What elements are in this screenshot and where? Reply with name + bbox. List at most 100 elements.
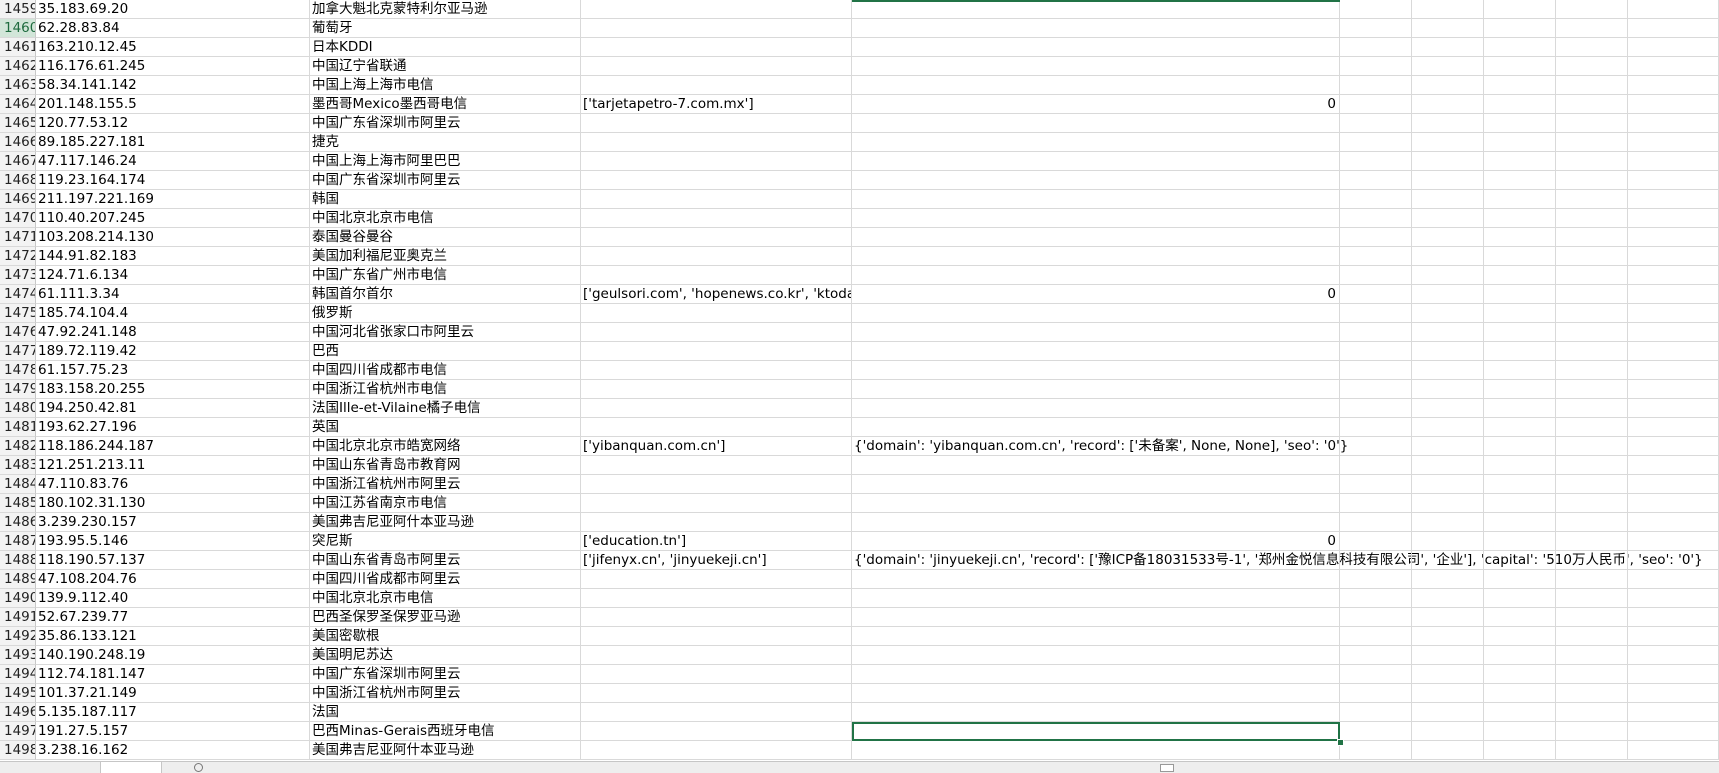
cell-domains[interactable] [581, 228, 852, 247]
cell-empty[interactable] [1340, 418, 1412, 437]
cell-info[interactable] [852, 361, 1340, 380]
cell-empty[interactable] [1556, 228, 1628, 247]
cell-info[interactable] [852, 114, 1340, 133]
cell-info[interactable] [852, 703, 1340, 722]
cell-location[interactable]: 美国明尼苏达 [310, 646, 581, 665]
cell-info[interactable]: 0 [852, 285, 1340, 304]
cell-empty[interactable] [1628, 114, 1719, 133]
cell-location[interactable]: 美国密歇根 [310, 627, 581, 646]
row-header[interactable]: 1496 [0, 703, 36, 722]
cell-ip[interactable]: 89.185.227.181 [36, 133, 310, 152]
cell-empty[interactable] [1484, 133, 1556, 152]
cell-empty[interactable] [1412, 532, 1484, 551]
cell-info[interactable] [852, 304, 1340, 323]
row-header[interactable]: 1459 [0, 0, 36, 19]
cell-empty[interactable] [1628, 399, 1719, 418]
cell-empty[interactable] [1412, 209, 1484, 228]
cell-empty[interactable] [1556, 380, 1628, 399]
cell-location[interactable]: 中国四川省成都市电信 [310, 361, 581, 380]
row-header[interactable]: 1461 [0, 38, 36, 57]
cell-empty[interactable] [1412, 0, 1484, 19]
cell-ip[interactable]: 118.186.244.187 [36, 437, 310, 456]
cell-empty[interactable] [1412, 722, 1484, 741]
row-header[interactable]: 1497 [0, 722, 36, 741]
cell-empty[interactable] [1556, 722, 1628, 741]
cell-empty[interactable] [1556, 456, 1628, 475]
cell-info[interactable]: {'domain': 'yibanquan.com.cn', 'record':… [852, 437, 1348, 456]
row-header[interactable]: 1466 [0, 133, 36, 152]
cell-empty[interactable] [1340, 475, 1412, 494]
cell-ip[interactable]: 185.74.104.4 [36, 304, 310, 323]
cell-empty[interactable] [1340, 152, 1412, 171]
cell-info[interactable] [852, 190, 1340, 209]
cell-empty[interactable] [1628, 133, 1719, 152]
cell-ip[interactable]: 5.135.187.117 [36, 703, 310, 722]
cell-empty[interactable] [1556, 703, 1628, 722]
cell-info[interactable] [852, 323, 1340, 342]
cell-domains[interactable]: ['geulsori.com', 'hopenews.co.kr', 'ktod… [581, 285, 852, 304]
cell-empty[interactable] [1484, 285, 1556, 304]
cell-empty[interactable] [1556, 190, 1628, 209]
row-header[interactable]: 1486 [0, 513, 36, 532]
row-header[interactable]: 1467 [0, 152, 36, 171]
cell-empty[interactable] [1556, 532, 1628, 551]
cell-empty[interactable] [1628, 76, 1719, 95]
cell-empty[interactable] [1412, 323, 1484, 342]
cell-empty[interactable] [1484, 171, 1556, 190]
cell-empty[interactable] [1628, 0, 1719, 19]
cell-empty[interactable] [1412, 76, 1484, 95]
cell-empty[interactable] [1484, 722, 1556, 741]
cell-domains[interactable] [581, 133, 852, 152]
cell-info[interactable] [852, 0, 1340, 19]
cell-empty[interactable] [1484, 437, 1556, 456]
cell-empty[interactable] [1340, 95, 1412, 114]
cell-empty[interactable] [1628, 551, 1719, 570]
cell-empty[interactable] [1484, 95, 1556, 114]
cell-empty[interactable] [1340, 285, 1412, 304]
cell-empty[interactable] [1412, 152, 1484, 171]
cell-empty[interactable] [1484, 209, 1556, 228]
cell-ip[interactable]: 118.190.57.137 [36, 551, 310, 570]
row-header[interactable]: 1482 [0, 437, 36, 456]
cell-empty[interactable] [1556, 361, 1628, 380]
cell-empty[interactable] [1340, 608, 1412, 627]
cell-empty[interactable] [1628, 570, 1719, 589]
cell-empty[interactable] [1484, 38, 1556, 57]
cell-empty[interactable] [1412, 703, 1484, 722]
cell-empty[interactable] [1556, 589, 1628, 608]
row-header[interactable]: 1481 [0, 418, 36, 437]
cell-location[interactable]: 葡萄牙 [310, 19, 581, 38]
cell-domains[interactable]: ['tarjetapetro-7.com.mx'] [581, 95, 852, 114]
cell-empty[interactable] [1556, 418, 1628, 437]
cell-empty[interactable] [1412, 399, 1484, 418]
cell-info[interactable]: {'domain': 'jinyuekeji.cn', 'record': ['… [852, 551, 1703, 570]
cell-empty[interactable] [1412, 57, 1484, 76]
cell-domains[interactable] [581, 361, 852, 380]
cell-empty[interactable] [1628, 342, 1719, 361]
cell-empty[interactable] [1628, 190, 1719, 209]
sheet-tab[interactable] [100, 762, 162, 773]
cell-location[interactable]: 巴西Minas-Gerais西班牙电信 [310, 722, 581, 741]
cell-empty[interactable] [1484, 57, 1556, 76]
cell-empty[interactable] [1628, 437, 1719, 456]
cell-info[interactable] [852, 171, 1340, 190]
cell-empty[interactable] [1340, 342, 1412, 361]
cell-empty[interactable] [1484, 513, 1556, 532]
cell-location[interactable]: 中国江苏省南京市电信 [310, 494, 581, 513]
cell-empty[interactable] [1628, 589, 1719, 608]
cell-empty[interactable] [1340, 684, 1412, 703]
cell-domains[interactable] [581, 19, 852, 38]
cell-empty[interactable] [1484, 703, 1556, 722]
cell-empty[interactable] [1340, 19, 1412, 38]
cell-empty[interactable] [1556, 741, 1628, 760]
row-header[interactable]: 1462 [0, 57, 36, 76]
cell-domains[interactable] [581, 57, 852, 76]
cell-empty[interactable] [1628, 456, 1719, 475]
cell-empty[interactable] [1340, 570, 1412, 589]
cell-empty[interactable] [1340, 57, 1412, 76]
cell-empty[interactable] [1628, 418, 1719, 437]
cell-info[interactable] [852, 684, 1340, 703]
cell-ip[interactable]: 189.72.119.42 [36, 342, 310, 361]
row-header[interactable]: 1498 [0, 741, 36, 760]
cell-empty[interactable] [1556, 209, 1628, 228]
